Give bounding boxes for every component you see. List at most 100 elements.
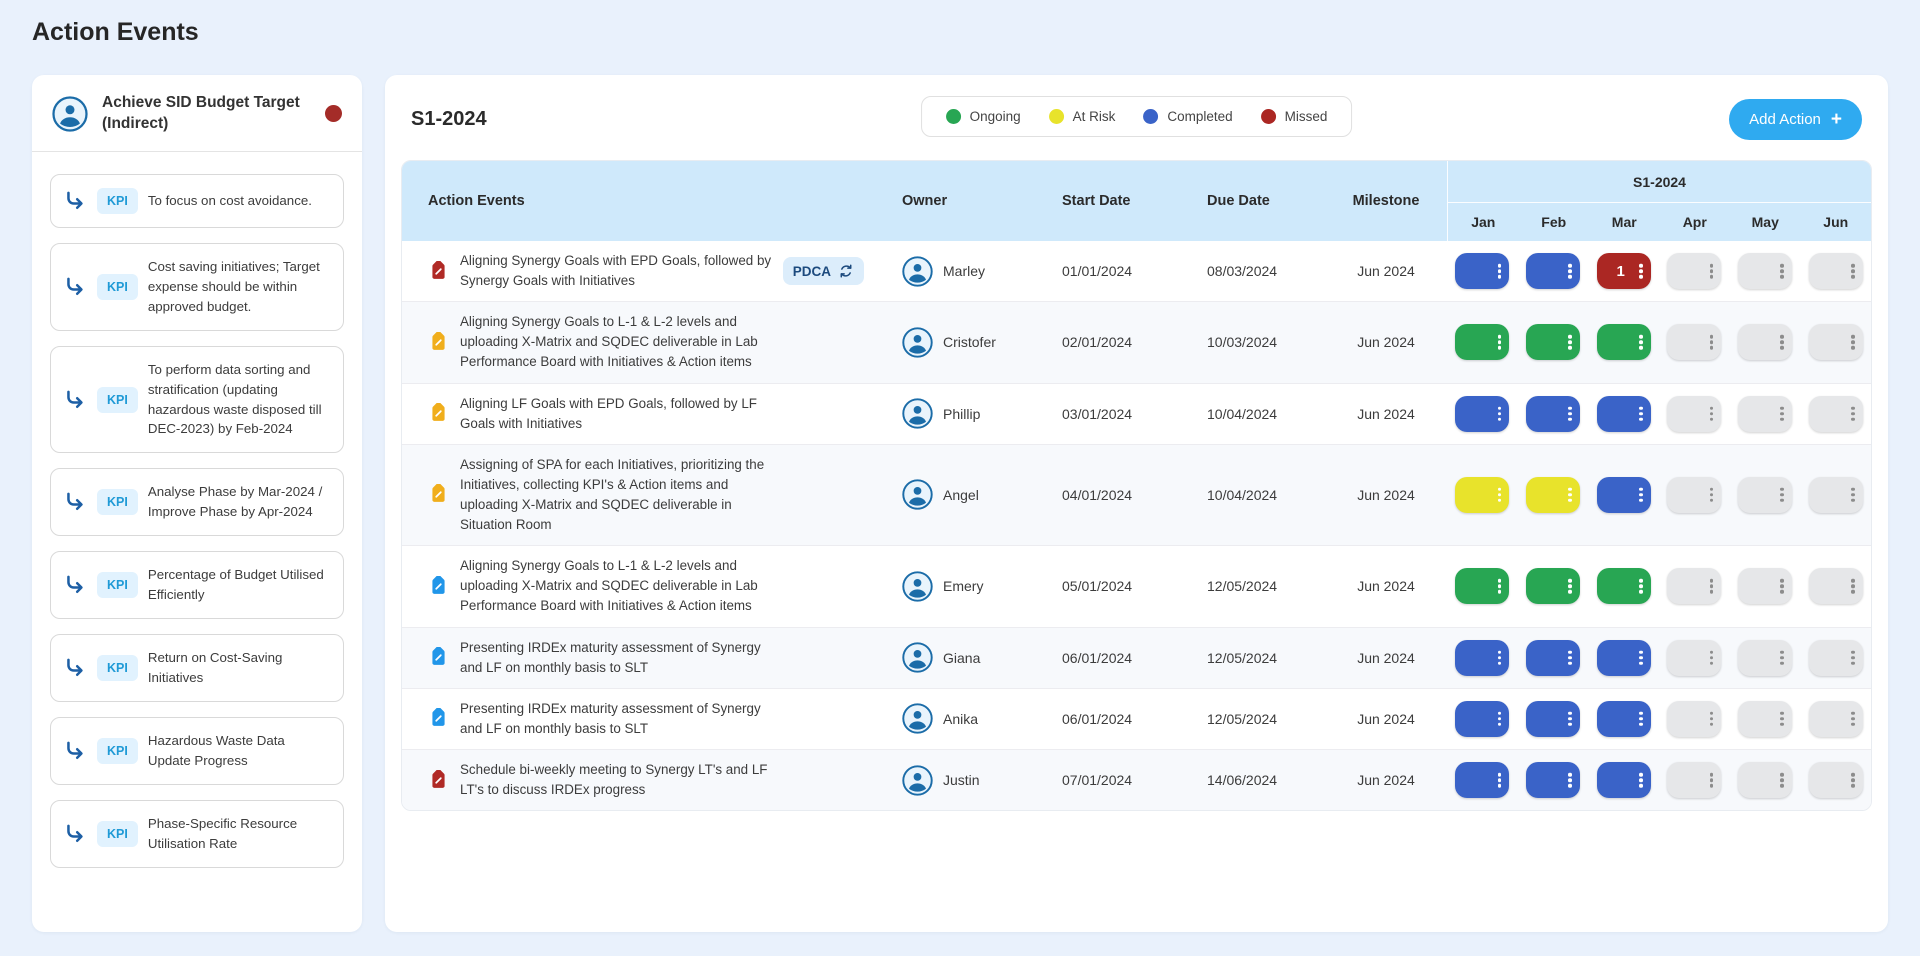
kebab-menu-icon[interactable]	[1639, 412, 1643, 416]
kebab-menu-icon[interactable]	[1851, 656, 1855, 660]
month-pill-missed[interactable]: 1	[1597, 253, 1651, 289]
kebab-menu-icon[interactable]	[1780, 717, 1784, 721]
kebab-menu-icon[interactable]	[1780, 493, 1784, 497]
month-pill-empty[interactable]	[1809, 324, 1863, 360]
month-pill-empty[interactable]	[1667, 568, 1721, 604]
month-pill-empty[interactable]	[1809, 568, 1863, 604]
kebab-menu-icon[interactable]	[1568, 412, 1572, 416]
sidebar-kpi-item[interactable]: KPIPhase-Specific Resource Utilisation R…	[50, 800, 344, 868]
kebab-menu-icon[interactable]	[1498, 493, 1502, 497]
kebab-menu-icon[interactable]	[1568, 656, 1572, 660]
kebab-menu-icon[interactable]	[1851, 493, 1855, 497]
month-pill-completed[interactable]	[1455, 640, 1509, 676]
kebab-menu-icon[interactable]	[1780, 269, 1784, 273]
month-pill-atrisk[interactable]	[1526, 477, 1580, 513]
kebab-menu-icon[interactable]	[1568, 341, 1572, 345]
month-pill-empty[interactable]	[1667, 640, 1721, 676]
month-pill-empty[interactable]	[1667, 324, 1721, 360]
kebab-menu-icon[interactable]	[1710, 585, 1714, 589]
kebab-menu-icon[interactable]	[1568, 493, 1572, 497]
kebab-menu-icon[interactable]	[1639, 585, 1643, 589]
month-pill-empty[interactable]	[1738, 477, 1792, 513]
month-pill-empty[interactable]	[1667, 253, 1721, 289]
kebab-menu-icon[interactable]	[1568, 585, 1572, 589]
month-pill-ongoing[interactable]	[1526, 324, 1580, 360]
kebab-menu-icon[interactable]	[1780, 412, 1784, 416]
kebab-menu-icon[interactable]	[1710, 656, 1714, 660]
month-pill-empty[interactable]	[1809, 477, 1863, 513]
kebab-menu-icon[interactable]	[1639, 493, 1643, 497]
month-pill-empty[interactable]	[1809, 762, 1863, 798]
month-pill-completed[interactable]	[1455, 701, 1509, 737]
month-pill-completed[interactable]	[1526, 396, 1580, 432]
month-pill-empty[interactable]	[1809, 701, 1863, 737]
month-pill-empty[interactable]	[1809, 253, 1863, 289]
sidebar-kpi-item[interactable]: KPIAnalyse Phase by Mar-2024 / Improve P…	[50, 468, 344, 536]
kebab-menu-icon[interactable]	[1639, 717, 1643, 721]
month-pill-empty[interactable]	[1667, 396, 1721, 432]
kebab-menu-icon[interactable]	[1851, 717, 1855, 721]
sidebar-kpi-item[interactable]: KPIHazardous Waste Data Update Progress	[50, 717, 344, 785]
month-pill-completed[interactable]	[1597, 640, 1651, 676]
kebab-menu-icon[interactable]	[1568, 778, 1572, 782]
kebab-menu-icon[interactable]	[1710, 269, 1714, 273]
add-action-button[interactable]: Add Action +	[1729, 99, 1862, 140]
kebab-menu-icon[interactable]	[1780, 656, 1784, 660]
month-pill-empty[interactable]	[1809, 396, 1863, 432]
kebab-menu-icon[interactable]	[1498, 412, 1502, 416]
kebab-menu-icon[interactable]	[1780, 341, 1784, 345]
month-pill-completed[interactable]	[1455, 253, 1509, 289]
kebab-menu-icon[interactable]	[1710, 412, 1714, 416]
kebab-menu-icon[interactable]	[1710, 778, 1714, 782]
month-pill-empty[interactable]	[1809, 640, 1863, 676]
kebab-menu-icon[interactable]	[1498, 341, 1502, 345]
kebab-menu-icon[interactable]	[1851, 341, 1855, 345]
kebab-menu-icon[interactable]	[1851, 269, 1855, 273]
kebab-menu-icon[interactable]	[1568, 717, 1572, 721]
kebab-menu-icon[interactable]	[1498, 656, 1502, 660]
month-pill-completed[interactable]	[1526, 640, 1580, 676]
month-pill-ongoing[interactable]	[1597, 324, 1651, 360]
month-pill-completed[interactable]	[1455, 396, 1509, 432]
month-pill-empty[interactable]	[1738, 396, 1792, 432]
sidebar-kpi-item[interactable]: KPITo focus on cost avoidance.	[50, 174, 344, 228]
month-pill-ongoing[interactable]	[1597, 568, 1651, 604]
month-pill-empty[interactable]	[1738, 762, 1792, 798]
kebab-menu-icon[interactable]	[1639, 269, 1643, 273]
month-pill-completed[interactable]	[1526, 762, 1580, 798]
kebab-menu-icon[interactable]	[1498, 585, 1502, 589]
kebab-menu-icon[interactable]	[1568, 269, 1572, 273]
month-pill-completed[interactable]	[1597, 477, 1651, 513]
kebab-menu-icon[interactable]	[1780, 585, 1784, 589]
month-pill-empty[interactable]	[1738, 701, 1792, 737]
kebab-menu-icon[interactable]	[1780, 778, 1784, 782]
sidebar-kpi-item[interactable]: KPITo perform data sorting and stratific…	[50, 346, 344, 454]
kebab-menu-icon[interactable]	[1498, 778, 1502, 782]
pdca-badge[interactable]: PDCA	[783, 257, 864, 285]
month-pill-empty[interactable]	[1667, 701, 1721, 737]
kebab-menu-icon[interactable]	[1710, 493, 1714, 497]
month-pill-empty[interactable]	[1667, 477, 1721, 513]
month-pill-empty[interactable]	[1738, 253, 1792, 289]
kebab-menu-icon[interactable]	[1639, 656, 1643, 660]
month-pill-empty[interactable]	[1738, 324, 1792, 360]
month-pill-completed[interactable]	[1455, 762, 1509, 798]
month-pill-ongoing[interactable]	[1455, 568, 1509, 604]
month-pill-ongoing[interactable]	[1455, 324, 1509, 360]
sidebar-kpi-item[interactable]: KPIReturn on Cost-Saving Initiatives	[50, 634, 344, 702]
sidebar-kpi-item[interactable]: KPICost saving initiatives; Target expen…	[50, 243, 344, 331]
kebab-menu-icon[interactable]	[1710, 717, 1714, 721]
month-pill-completed[interactable]	[1597, 701, 1651, 737]
month-pill-empty[interactable]	[1738, 640, 1792, 676]
month-pill-ongoing[interactable]	[1526, 568, 1580, 604]
sidebar-kpi-item[interactable]: KPIPercentage of Budget Utilised Efficie…	[50, 551, 344, 619]
kebab-menu-icon[interactable]	[1851, 412, 1855, 416]
kebab-menu-icon[interactable]	[1710, 341, 1714, 345]
month-pill-empty[interactable]	[1738, 568, 1792, 604]
month-pill-completed[interactable]	[1597, 762, 1651, 798]
kebab-menu-icon[interactable]	[1498, 717, 1502, 721]
month-pill-completed[interactable]	[1526, 701, 1580, 737]
kebab-menu-icon[interactable]	[1639, 341, 1643, 345]
month-pill-completed[interactable]	[1597, 396, 1651, 432]
kebab-menu-icon[interactable]	[1639, 778, 1643, 782]
